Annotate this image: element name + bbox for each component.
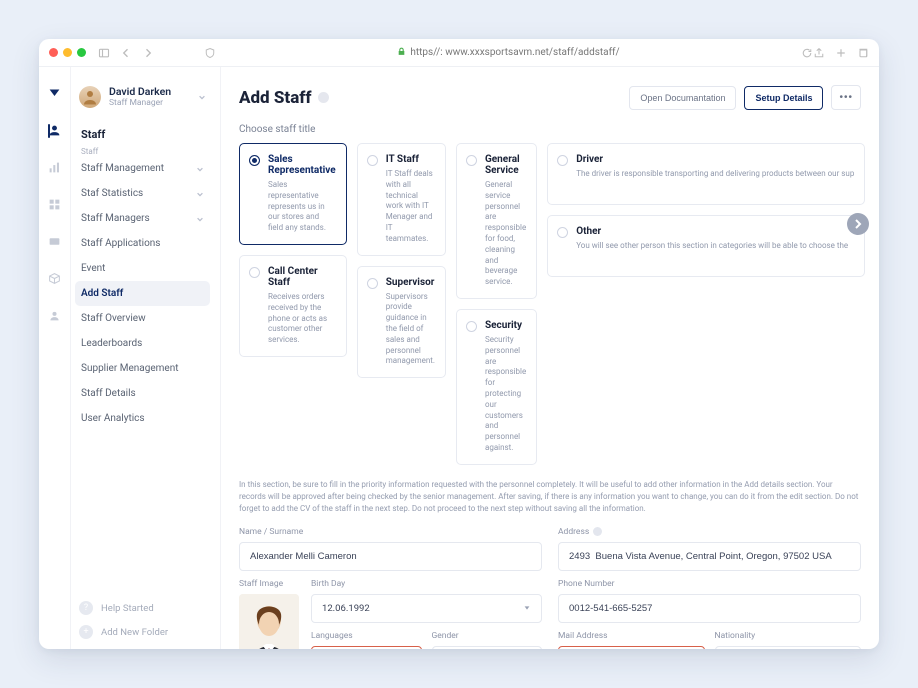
share-icon[interactable] [813,47,825,59]
staff-title-card[interactable]: Sales RepresentativeSales representative… [239,143,347,245]
main-content: Add Staff Open Documantation Setup Detai… [221,67,879,649]
tabs-icon[interactable] [857,47,869,59]
help-started[interactable]: ?Help Started [79,601,206,615]
sidebar-nav: Staff ManagementStaf StatisticsStaff Man… [75,156,210,431]
rail-box-icon[interactable] [48,272,61,285]
sidebar-tiny-label: Staff [75,147,210,156]
sidebar-item[interactable]: Add Staff [75,281,210,306]
field-languages: Languages Choose language [311,631,422,649]
browser-chrome: https//: www.xxxsportsavm.net/staff/adds… [39,39,879,67]
gender-select[interactable]: Male [432,646,543,649]
radio-icon [557,227,568,238]
radio-icon [466,155,477,166]
sidebar-item[interactable]: Staff Overview [75,306,210,331]
user-card[interactable]: David Darken Staff Manager [75,85,210,120]
logo-icon[interactable] [48,87,61,100]
open-documentation-button[interactable]: Open Documantation [629,86,736,110]
field-name: Name / Surname [239,527,542,571]
traffic-max-icon[interactable] [77,48,86,57]
radio-icon [466,321,477,332]
choose-staff-title: Choose staff title [239,124,861,135]
app-window: https//: www.xxxsportsavm.net/staff/adds… [39,39,879,649]
sidebar-item[interactable]: Staff Applications [75,231,210,256]
chevron-down-icon [196,215,204,223]
shield-icon[interactable] [204,47,216,59]
sidebar-item[interactable]: Leaderboards [75,331,210,356]
info-icon[interactable] [593,527,602,536]
traffic-close-icon[interactable] [49,48,58,57]
chevron-down-icon [196,190,204,198]
radio-icon [367,278,378,289]
radio-icon [367,155,378,166]
sidebar-section: Staff [75,120,210,147]
sidebar-item[interactable]: Staff Management [75,156,210,181]
staff-image[interactable] [239,594,299,649]
more-button[interactable]: ••• [831,85,861,110]
field-mail: Mail Address [558,631,705,649]
info-icon[interactable] [318,92,329,103]
sidebar-item[interactable]: Staf Statistics [75,181,210,206]
staff-title-card[interactable]: General ServiceGeneral service personnel… [456,143,537,299]
chevron-down-icon [196,165,204,173]
radio-icon [557,155,568,166]
languages-select[interactable]: Choose language [311,646,422,649]
radio-icon [249,155,260,166]
field-nationality: Nationality England [715,631,862,649]
rail-user-icon[interactable] [48,309,61,322]
plus-icon[interactable] [835,47,847,59]
forward-icon[interactable] [142,47,154,59]
url-bar[interactable]: https//: www.xxxsportsavm.net/staff/adds… [216,47,801,58]
birthday-select[interactable]: 12.06.1992 [311,594,542,623]
scroll-next-button[interactable] [847,213,869,235]
field-gender: Gender Male [432,631,543,649]
staff-title-card[interactable]: DriverThe driver is responsible transpor… [547,143,865,205]
sidebar-item[interactable]: Staff Managers [75,206,210,231]
reload-icon[interactable] [801,47,813,59]
chevron-down-icon[interactable] [198,93,206,101]
add-new-folder[interactable]: +Add New Folder [79,625,206,639]
radio-icon [249,267,260,278]
address-input[interactable] [558,542,861,571]
setup-details-button[interactable]: Setup Details [744,86,823,110]
back-icon[interactable] [120,47,132,59]
rail-staff-icon[interactable] [48,124,61,137]
nav-rail [39,67,71,649]
sidebar: David Darken Staff Manager Staff Staff S… [71,67,221,649]
sidebar-item[interactable]: Supplier Menagement [75,356,210,381]
info-paragraph: In this section, be sure to fill in the … [239,479,861,515]
field-phone: Phone Number [558,579,861,623]
user-role: Staff Manager [109,98,171,108]
staff-title-card[interactable]: OtherYou will see other person this sect… [547,215,865,277]
field-address: Address [558,527,861,571]
staff-title-card[interactable]: SecuritySecurity personnel are responsib… [456,309,537,465]
rail-card-icon[interactable] [48,235,61,248]
page-title: Add Staff [239,88,329,108]
sidebar-item[interactable]: Event [75,256,210,281]
sidebar-item[interactable]: User Analytics [75,406,210,431]
sidebar-item[interactable]: Staff Details [75,381,210,406]
avatar [79,86,101,108]
nationality-select[interactable]: England [715,646,862,649]
staff-title-card[interactable]: Call Center StaffReceives orders receive… [239,255,347,357]
rail-grid-icon[interactable] [48,198,61,211]
sidebar-toggle-icon[interactable] [98,47,110,59]
mail-input[interactable] [558,646,705,649]
field-birthday: Birth Day 12.06.1992 [311,579,542,623]
name-input[interactable] [239,542,542,571]
user-name: David Darken [109,85,171,98]
staff-title-card[interactable]: SupervisorSupervisors provide guidance i… [357,266,446,379]
phone-input[interactable] [558,594,861,623]
rail-stats-icon[interactable] [48,161,61,174]
staff-title-card[interactable]: IT StaffIT Staff deals with all technica… [357,143,446,256]
traffic-min-icon[interactable] [63,48,72,57]
